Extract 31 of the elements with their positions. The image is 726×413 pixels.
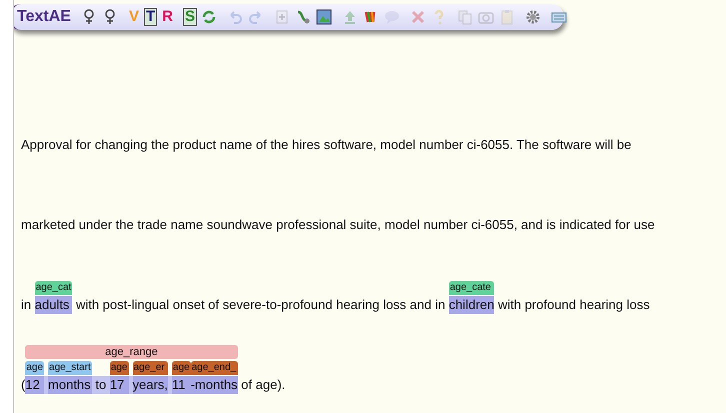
entity-label[interactable]: age — [172, 361, 191, 375]
entity-label[interactable]: age_end_ — [190, 361, 238, 375]
annotated-word[interactable]: adults — [34, 296, 72, 314]
entity-label[interactable]: age_cate — [448, 281, 494, 295]
annotated-word[interactable]: 17 — [110, 376, 128, 394]
annotated-word[interactable]: months — [48, 376, 92, 394]
entity-label[interactable]: age_er — [132, 361, 168, 375]
entity-label[interactable]: age — [110, 361, 128, 375]
image-icon[interactable] — [316, 9, 332, 25]
text-span: ( — [21, 376, 26, 394]
text-span: with post-lingual onset of severe-to-profound hearing loss and in — [74, 296, 446, 314]
text-span: marketed under the trade name soundwave professional suite, model number ci-6055, and is indicated for use — [21, 216, 655, 234]
annotated-word[interactable]: 12 — [25, 376, 44, 394]
annotated-word[interactable]: -months — [190, 376, 238, 394]
text-span: of age). — [240, 376, 286, 394]
entity-label[interactable]: age — [25, 361, 44, 375]
text-span: Approval for changing the product name of the hires software, model number ci-6055. The software will be — [21, 136, 632, 154]
settings-icon[interactable] — [524, 9, 541, 25]
app-title: TextAE — [17, 8, 71, 26]
entity-label[interactable]: age_start — [48, 361, 92, 375]
toolbar-button[interactable]: R — [161, 9, 174, 25]
entity-label[interactable]: age_cat — [34, 281, 72, 295]
refresh-icon[interactable] — [200, 9, 217, 25]
range-label[interactable]: age_range — [25, 345, 238, 359]
toolbar-button[interactable]: T — [144, 9, 156, 25]
annotated-word[interactable]: years, — [132, 376, 168, 394]
annotated-word[interactable]: 11 — [172, 376, 191, 394]
annotated-word[interactable]: children — [448, 296, 494, 314]
text-span: with profound hearing loss — [496, 296, 650, 314]
text-span: in — [21, 296, 32, 314]
text-span: to — [92, 376, 110, 394]
